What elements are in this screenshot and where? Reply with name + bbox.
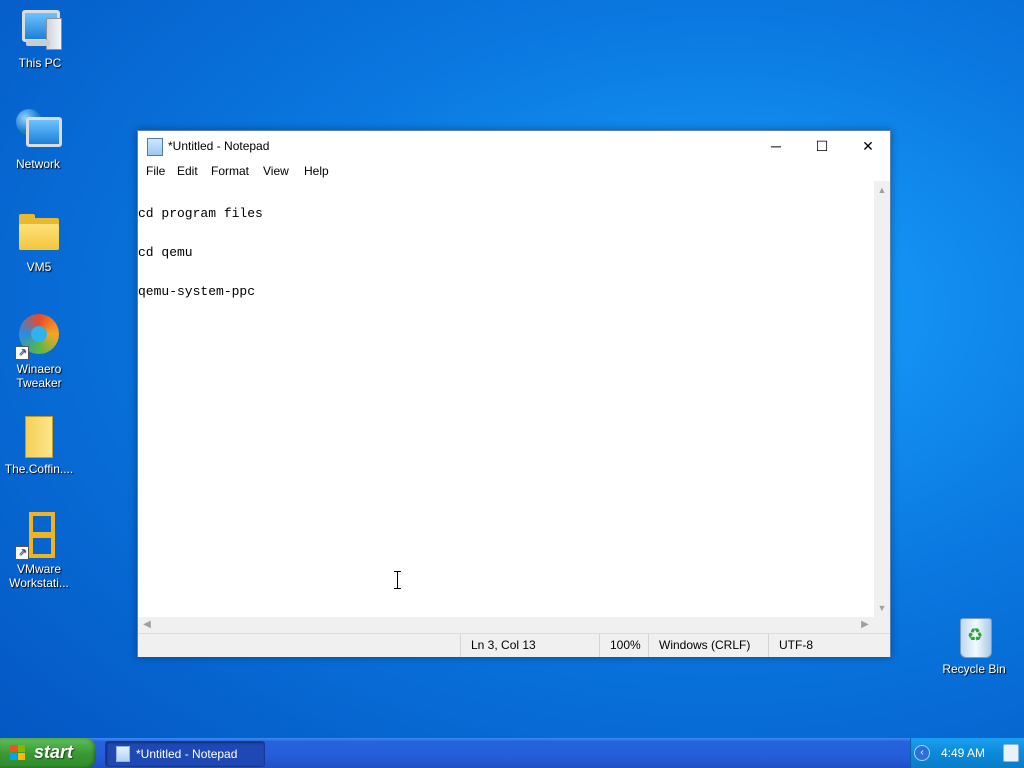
menu-file[interactable]: File — [146, 164, 165, 178]
start-label: start — [34, 742, 74, 762]
scrollbar-corner — [874, 617, 890, 633]
menu-format[interactable]: Format — [211, 164, 249, 178]
desktop-icon-label: Winaero Tweaker — [16, 362, 62, 390]
close-button[interactable]: ✕ — [845, 131, 891, 161]
desktop: This PC Network VM5 ↗ Winaero Tweaker Th… — [0, 0, 1024, 738]
scroll-up-icon[interactable]: ▲ — [874, 183, 890, 197]
desktop-icon-label: VMware Workstati... — [9, 562, 69, 590]
status-bar: Ln 3, Col 13 100% Windows (CRLF) UTF-8 — [138, 633, 890, 657]
editor-line: qemu-system-ppc — [138, 284, 256, 299]
notification-icon[interactable] — [1003, 744, 1019, 762]
desktop-icon-winaero-tweaker[interactable]: ↗ Winaero Tweaker — [0, 312, 79, 390]
folder-icon — [15, 210, 63, 258]
desktop-icon-label: VM5 — [26, 260, 52, 274]
desktop-icon-label: Recycle Bin — [942, 662, 1006, 676]
desktop-icon-vmware-workstation[interactable]: ↗ VMware Workstati... — [0, 512, 79, 590]
vertical-scrollbar[interactable]: ▲ ▼ — [874, 181, 890, 617]
editor-line: cd program files — [138, 206, 263, 221]
file-icon — [15, 412, 63, 460]
status-cursor-position: Ln 3, Col 13 — [460, 634, 601, 657]
shortcut-arrow-icon: ↗ — [15, 346, 29, 360]
desktop-icon-vm5[interactable]: VM5 — [0, 210, 79, 274]
scroll-down-icon[interactable]: ▼ — [874, 601, 890, 615]
clock[interactable]: 4:49 AM — [941, 746, 985, 760]
notepad-window: *Untitled - Notepad ─ ☐ ✕ File Edit Form… — [137, 130, 891, 657]
menu-edit[interactable]: Edit — [177, 164, 198, 178]
desktop-icon-label: Network — [15, 157, 60, 171]
horizontal-scrollbar[interactable]: ◀ ▶ — [138, 617, 874, 633]
start-button[interactable]: start — [0, 738, 96, 768]
desktop-icon-label: This PC — [18, 56, 62, 70]
recycle-bin-icon: ♻ — [950, 612, 998, 660]
winaero-tweaker-icon: ↗ — [15, 312, 63, 360]
status-zoom: 100% — [599, 634, 650, 657]
computer-icon — [16, 6, 64, 54]
notepad-icon — [116, 746, 130, 762]
windows-logo-icon — [10, 745, 26, 761]
vmware-icon: ↗ — [15, 512, 63, 560]
taskbar: start *Untitled - Notepad ‹ 4:49 AM — [0, 738, 1024, 768]
shortcut-arrow-icon: ↗ — [15, 546, 29, 560]
text-editor[interactable]: cd program files cd qemu qemu-system-ppc — [138, 181, 874, 617]
menu-help[interactable]: Help — [304, 164, 329, 178]
status-encoding: UTF-8 — [768, 634, 879, 657]
notepad-icon — [147, 138, 163, 156]
taskbar-item-notepad[interactable]: *Untitled - Notepad — [105, 741, 265, 767]
desktop-icon-label: The.Coffin.... — [4, 462, 74, 476]
desktop-icon-network[interactable]: Network — [0, 107, 78, 171]
network-icon — [14, 107, 62, 155]
scroll-right-icon[interactable]: ▶ — [858, 617, 872, 633]
status-line-endings: Windows (CRLF) — [648, 634, 769, 657]
title-bar[interactable]: *Untitled - Notepad ─ ☐ ✕ — [138, 131, 890, 161]
ibeam-cursor-icon — [394, 571, 402, 589]
show-hidden-icons-icon[interactable]: ‹ — [914, 745, 930, 761]
system-tray: ‹ 4:49 AM — [910, 738, 1024, 768]
minimize-button[interactable]: ─ — [753, 131, 799, 161]
desktop-icon-this-pc[interactable]: This PC — [0, 6, 80, 70]
editor-line: cd qemu — [138, 245, 193, 260]
window-title: *Untitled - Notepad — [168, 139, 270, 153]
menu-bar: File Edit Format View Help — [138, 161, 890, 181]
scroll-left-icon[interactable]: ◀ — [140, 617, 154, 633]
desktop-icon-the-coffin[interactable]: The.Coffin.... — [0, 412, 79, 476]
maximize-button[interactable]: ☐ — [799, 131, 845, 161]
menu-view[interactable]: View — [263, 164, 289, 178]
taskbar-item-label: *Untitled - Notepad — [136, 747, 238, 761]
desktop-icon-recycle-bin[interactable]: ♻ Recycle Bin — [934, 612, 1014, 676]
